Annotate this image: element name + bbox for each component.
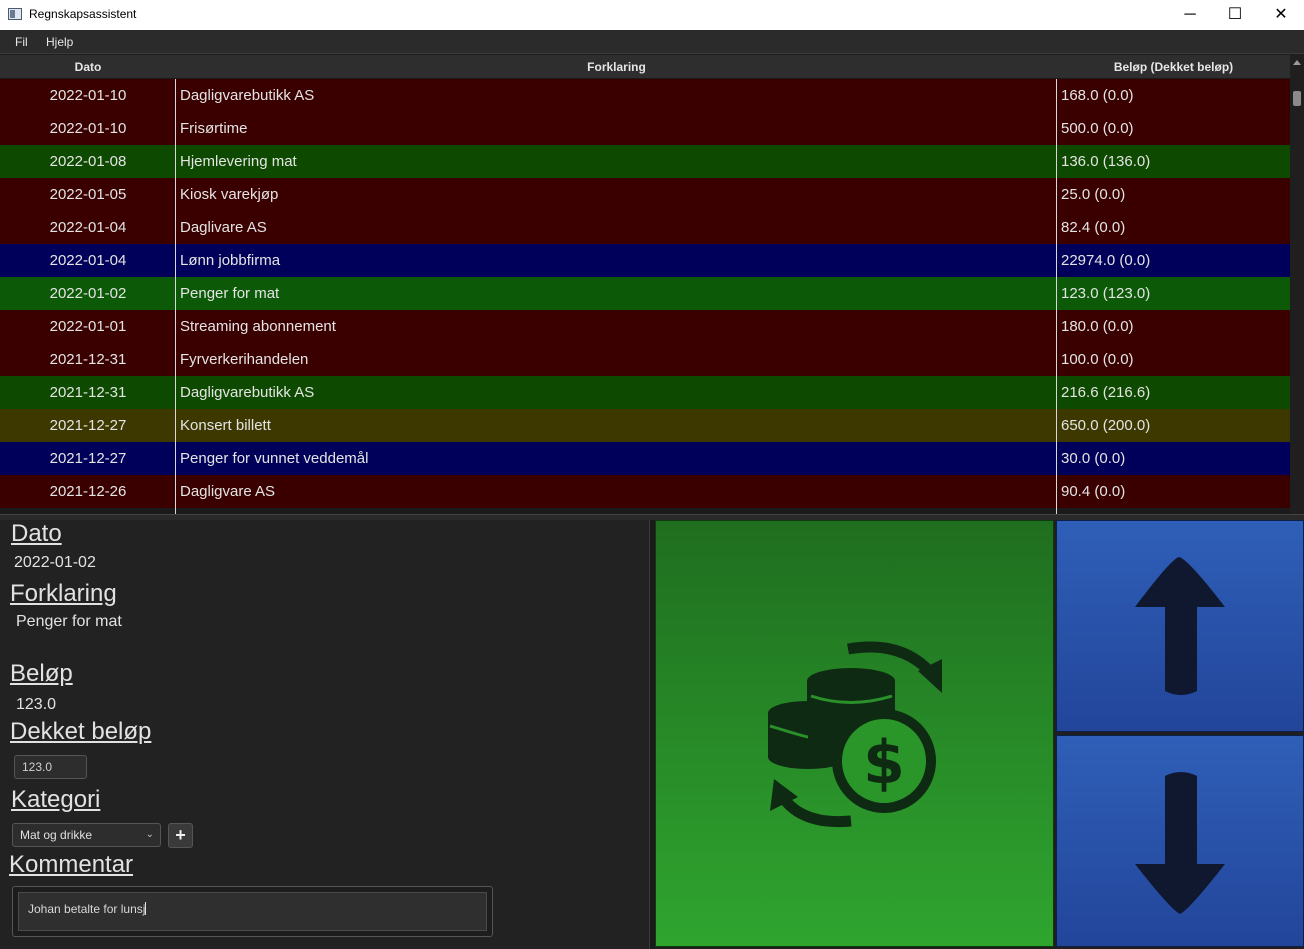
description-label: Forklaring: [10, 580, 117, 607]
column-divider: [175, 79, 176, 514]
row-amount: 100.0 (0.0): [1061, 351, 1134, 368]
row-amount: 500.0 (0.0): [1061, 120, 1134, 137]
row-description: Penger for mat: [180, 285, 280, 302]
row-description: Hjemlevering mat: [180, 153, 297, 170]
menu-bar: Fil Hjelp: [0, 30, 1304, 54]
amount-value: 123.0: [16, 696, 57, 713]
row-description: Kiosk varekjøp: [180, 186, 279, 203]
menu-help[interactable]: Hjelp: [46, 35, 73, 49]
menu-file[interactable]: Fil: [15, 35, 28, 49]
row-date: 2022-01-10: [49, 87, 127, 104]
row-amount: 650.0 (200.0): [1061, 417, 1151, 434]
detail-panel: Dato 2022-01-02 Forklaring Penger for ma…: [0, 520, 650, 949]
column-header-description[interactable]: Forklaring: [176, 55, 1057, 79]
app-icon: [8, 8, 22, 20]
row-date: 2021-12-31: [49, 351, 127, 368]
table-row[interactable]: 2021-12-27 Penger for vunnet veddemål 30.0…: [0, 442, 1290, 475]
table-row[interactable]: 2022-01-10 Frisørtime 500.0 (0.0): [0, 112, 1290, 145]
row-date: 2021-12-27: [49, 450, 127, 467]
date-value: 2022-01-02: [14, 554, 96, 571]
move-up-button[interactable]: [1056, 520, 1304, 732]
category-select-value: Mat og drikke: [20, 828, 93, 842]
row-amount: 82.4 (0.0): [1061, 219, 1126, 236]
row-date: 2022-01-01: [49, 318, 127, 335]
row-date: 2022-01-10: [49, 120, 127, 137]
description-value: Penger for mat: [16, 613, 122, 630]
row-amount: 168.0 (0.0): [1061, 87, 1134, 104]
table-row[interactable]: 2021-12-27 Konsert billett 650.0 (200.0): [0, 409, 1290, 442]
scroll-up-icon[interactable]: [1293, 60, 1301, 65]
row-date: 2022-01-05: [49, 186, 127, 203]
table-row[interactable]: 2021-12-26 Dagligvare AS 90.4 (0.0): [0, 475, 1290, 508]
column-divider: [1056, 79, 1057, 514]
comment-textarea[interactable]: Johan betalte for lunsj: [18, 892, 487, 931]
row-date: 2022-01-02: [49, 285, 127, 302]
row-description: Fyrverkerihandelen: [180, 351, 309, 368]
table-row[interactable]: 2022-01-04 Lønn jobbfirma 22974.0 (0.0): [0, 244, 1290, 277]
row-amount: 216.6 (216.6): [1061, 384, 1151, 401]
category-label: Kategori: [11, 786, 101, 813]
row-amount: 90.4 (0.0): [1061, 483, 1126, 500]
row-description: Dagligvarebutikk AS: [180, 87, 315, 104]
comment-label: Kommentar: [9, 851, 134, 878]
row-description: Frisørtime: [180, 120, 248, 137]
maximize-button[interactable]: ☐: [1212, 0, 1258, 30]
row-amount: 22974.0 (0.0): [1061, 252, 1151, 269]
comment-text: Johan betalte for lunsj: [28, 902, 146, 916]
mark-covered-button[interactable]: $: [655, 520, 1054, 947]
covered-amount-field[interactable]: 123.0: [14, 755, 87, 779]
table-row[interactable]: 2022-01-01 Streaming abonnement 180.0 (0.0…: [0, 310, 1290, 343]
row-amount: 180.0 (0.0): [1061, 318, 1134, 335]
minimize-button[interactable]: ─: [1167, 0, 1213, 30]
row-description: Konsert billett: [180, 417, 271, 434]
transactions-table: Dato Forklaring Beløp (Dekket beløp) 202…: [0, 55, 1304, 514]
category-select[interactable]: Mat og drikke ⌄: [12, 823, 161, 847]
table-row[interactable]: 2022-01-02 Penger for mat 123.0 (123.0): [0, 277, 1290, 310]
row-date: 2022-01-04: [49, 252, 127, 269]
table-row[interactable]: 2022-01-08 Hjemlevering mat 136.0 (136.0): [0, 145, 1290, 178]
row-description: Streaming abonnement: [180, 318, 336, 335]
scroll-thumb[interactable]: [1293, 91, 1301, 106]
table-row[interactable]: 2022-01-05 Kiosk varekjøp 25.0 (0.0): [0, 178, 1290, 211]
text-caret: [145, 902, 147, 915]
svg-text:$: $: [863, 728, 905, 798]
row-amount: 30.0 (0.0): [1061, 450, 1126, 467]
row-date: 2021-12-27: [49, 417, 127, 434]
row-description: Daglivare AS: [180, 219, 267, 236]
table-row[interactable]: 2021-12-31 Dagligvarebutikk AS 216.6 (216.…: [0, 376, 1290, 409]
row-description: Dagligvarebutikk AS: [180, 384, 315, 401]
column-header-date[interactable]: Dato: [0, 55, 176, 79]
row-description: Dagligvare AS: [180, 483, 276, 500]
table-header: Dato Forklaring Beløp (Dekket beløp): [0, 55, 1290, 79]
date-label: Dato: [11, 520, 62, 547]
row-date: 2021-12-26: [49, 483, 127, 500]
window-title: Regnskapsassistent: [29, 7, 137, 21]
title-bar: Regnskapsassistent ─ ☐ ✕: [0, 0, 1304, 30]
row-amount: 123.0 (123.0): [1061, 285, 1151, 302]
close-button[interactable]: ✕: [1258, 0, 1304, 30]
coins-exchange-icon: $: [768, 641, 942, 828]
arrow-down-icon: [1135, 772, 1225, 914]
covered-amount-label: Dekket beløp: [10, 718, 152, 745]
row-amount: 25.0 (0.0): [1061, 186, 1126, 203]
chevron-down-icon: ⌄: [145, 829, 154, 840]
row-date: 2021-12-31: [49, 384, 127, 401]
row-amount: 136.0 (136.0): [1061, 153, 1151, 170]
row-description: Penger for vunnet veddemål: [180, 450, 369, 467]
move-down-button[interactable]: [1056, 735, 1304, 947]
column-header-amount[interactable]: Beløp (Dekket beløp): [1057, 55, 1290, 79]
table-row[interactable]: 2021-12-31 Fyrverkerihandelen 100.0 (0.0): [0, 343, 1290, 376]
amount-label: Beløp: [10, 660, 73, 687]
row-date: 2022-01-04: [49, 219, 127, 236]
row-date: 2022-01-08: [49, 153, 127, 170]
table-row[interactable]: 2022-01-10 Dagligvarebutikk AS 168.0 (0.0): [0, 79, 1290, 112]
add-category-button[interactable]: +: [168, 823, 193, 848]
row-description: Lønn jobbfirma: [180, 252, 281, 269]
table-row[interactable]: 2022-01-04 Daglivare AS 82.4 (0.0): [0, 211, 1290, 244]
comment-field[interactable]: Johan betalte for lunsj: [12, 886, 493, 937]
arrow-up-icon: [1135, 557, 1225, 695]
table-body: 2022-01-10 Dagligvarebutikk AS 168.0 (0.0)…: [0, 79, 1290, 514]
table-scrollbar[interactable]: [1290, 55, 1304, 514]
